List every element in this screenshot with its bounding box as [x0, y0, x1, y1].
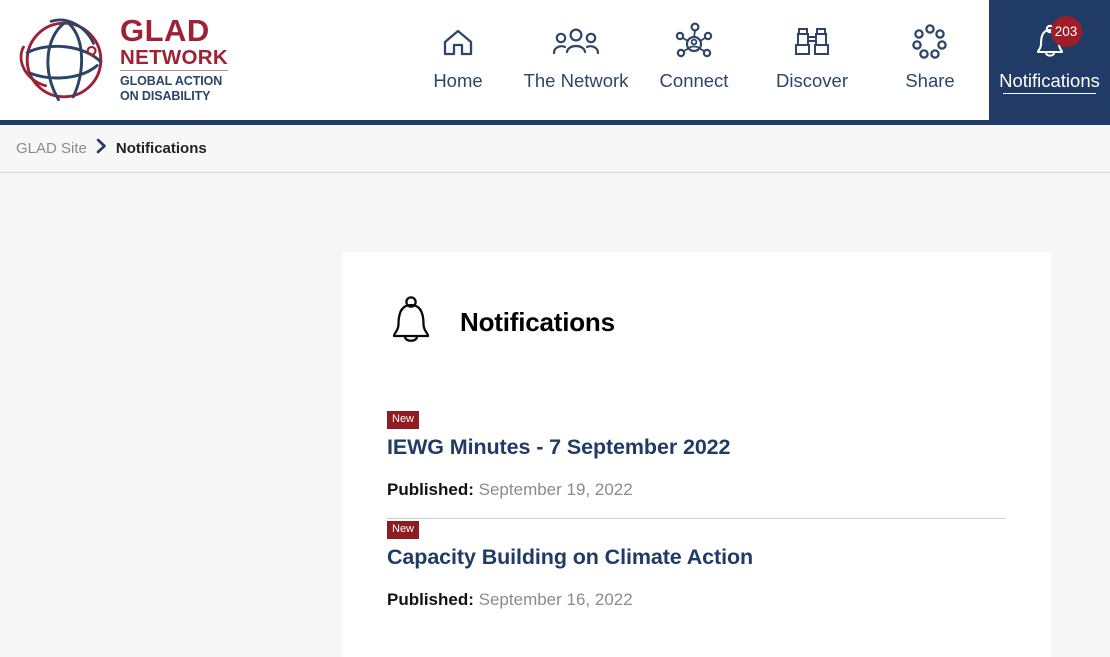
chevron-right-icon	[96, 138, 107, 159]
bell-icon: 203	[1033, 16, 1082, 63]
breadcrumb: GLAD Site Notifications	[0, 125, 1110, 173]
logo-tagline-line1: GLOBAL ACTION	[120, 74, 223, 89]
notification-item: New IEWG Minutes - 7 September 2022 Publ…	[387, 409, 1006, 518]
binoculars-icon	[793, 21, 831, 63]
nav-label-notifications: Notifications	[999, 70, 1100, 91]
nav-item-the-network[interactable]: The Network	[517, 0, 635, 120]
page-body: Notifications New IEWG Minutes - 7 Septe…	[0, 173, 1110, 657]
page-title: Notifications	[460, 307, 615, 337]
notification-item: New Capacity Building on Climate Action …	[387, 519, 1006, 628]
notifications-card-header: Notifications	[387, 294, 1006, 351]
main-navigation: Home The Network Connect Discover Share …	[360, 0, 1110, 120]
notification-title-link[interactable]: IEWG Minutes - 7 September 2022	[387, 435, 1006, 460]
published-label: Published:	[387, 480, 474, 499]
status-badge: New	[387, 410, 420, 429]
nav-label-the-network: The Network	[523, 70, 629, 91]
status-badge: New	[387, 520, 420, 539]
notifications-badge-count: 203	[1050, 16, 1082, 47]
notifications-card: Notifications New IEWG Minutes - 7 Septe…	[342, 252, 1051, 657]
nav-label-home: Home	[433, 70, 483, 91]
notification-title-link[interactable]: Capacity Building on Climate Action	[387, 545, 1006, 570]
published-date: September 19, 2022	[478, 480, 633, 499]
site-header: GLAD NETWORK GLOBAL ACTION ON DISABILITY…	[0, 0, 1110, 120]
site-logo[interactable]: GLAD NETWORK GLOBAL ACTION ON DISABILITY	[0, 0, 360, 120]
nav-item-connect[interactable]: Connect	[635, 0, 753, 120]
notification-published: Published: September 19, 2022	[387, 480, 1006, 500]
logo-name-line2: NETWORK	[120, 46, 229, 72]
globe-logo-icon	[19, 18, 103, 102]
active-tab-underline	[1003, 92, 1096, 94]
network-nodes-icon	[674, 21, 714, 63]
nav-item-home[interactable]: Home	[399, 0, 517, 120]
notification-published: Published: September 16, 2022	[387, 590, 1006, 610]
nav-item-notifications[interactable]: 203 Notifications	[989, 0, 1110, 120]
nav-label-discover: Discover	[776, 70, 848, 91]
logo-wordmark: GLAD NETWORK GLOBAL ACTION ON DISABILITY	[120, 13, 229, 104]
breadcrumb-item-glad-site[interactable]: GLAD Site	[16, 140, 87, 157]
nav-item-share[interactable]: Share	[871, 0, 989, 120]
breadcrumb-current-notifications: Notifications	[115, 140, 207, 157]
nav-label-share: Share	[905, 70, 955, 91]
bell-icon	[389, 294, 433, 351]
home-icon	[441, 21, 475, 63]
nav-item-discover[interactable]: Discover	[753, 0, 871, 120]
logo-tagline: GLOBAL ACTION ON DISABILITY	[120, 71, 228, 104]
people-group-icon	[552, 21, 600, 63]
logo-tagline-line2: ON DISABILITY	[120, 88, 211, 103]
published-label: Published:	[387, 590, 474, 609]
logo-name-line1: GLAD	[120, 13, 210, 49]
published-date: September 16, 2022	[478, 590, 633, 609]
nav-label-connect: Connect	[659, 70, 729, 91]
share-ring-icon	[912, 21, 948, 63]
